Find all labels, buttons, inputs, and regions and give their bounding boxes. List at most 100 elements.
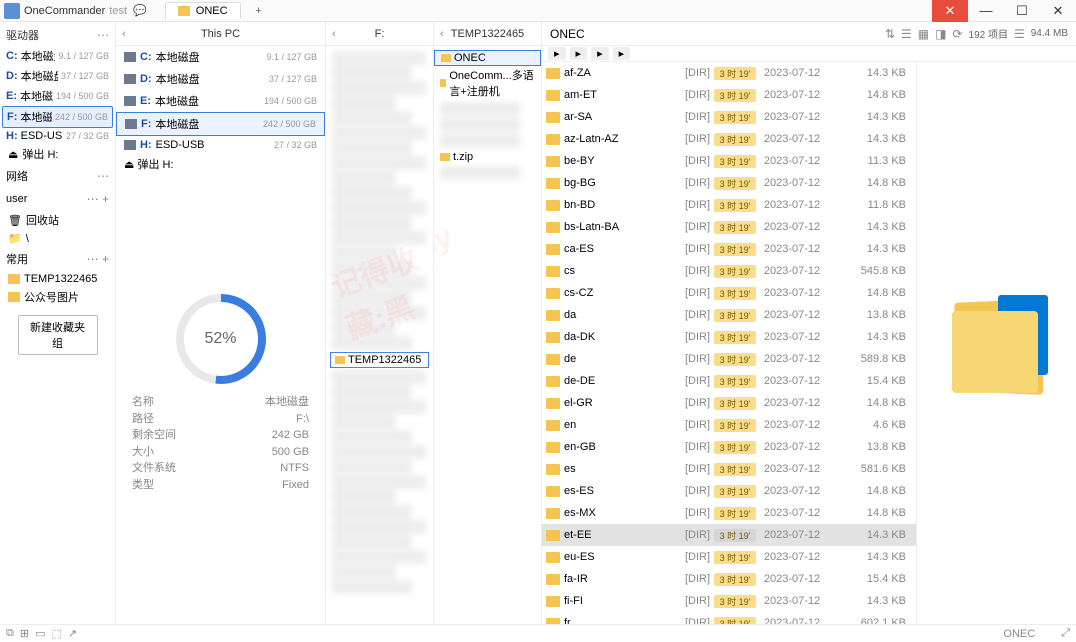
folder-icon — [546, 552, 560, 563]
temp-item[interactable]: ONEC — [434, 50, 541, 66]
file-row-am-ET[interactable]: am-ET[DIR]3 时 19'2023-07-1214.8 KB — [542, 84, 916, 106]
file-row-fi-FI[interactable]: fi-FI[DIR]3 时 19'2023-07-1214.3 KB — [542, 590, 916, 612]
list-icon[interactable]: ☰ — [901, 27, 912, 41]
sidebar-drive-C[interactable]: C:本地磁盘9.1 / 127 GB — [2, 46, 113, 66]
folder-icon — [546, 508, 560, 519]
sb-icon[interactable]: ▭ — [35, 627, 45, 640]
sidebar-drive-F[interactable]: F:本地磁盘242 / 500 GB — [2, 106, 113, 128]
file-row-fa-IR[interactable]: fa-IR[DIR]3 时 19'2023-07-1215.4 KB — [542, 568, 916, 590]
this-pc-header: ‹ This PC — [116, 22, 325, 46]
eject-h-2[interactable]: ⏏ 弹出 H: — [116, 154, 325, 174]
new-folder-group-button[interactable]: 新建收藏夹组 — [18, 315, 98, 355]
preview-icon[interactable]: ◨ — [935, 27, 946, 41]
column-this-pc: ‹ This PC C:本地磁盘9.1 / 127 GBD:本地磁盘37 / 1… — [116, 22, 326, 624]
folder-icon — [546, 596, 560, 607]
file-row-bs-Latn-BA[interactable]: bs-Latn-BA[DIR]3 时 19'2023-07-1214.3 KB — [542, 216, 916, 238]
more-icon-2[interactable]: ☰ — [1014, 27, 1025, 41]
file-row-eu-ES[interactable]: eu-ES[DIR]3 时 19'2023-07-1214.3 KB — [542, 546, 916, 568]
temp-item — [440, 102, 520, 116]
favorites-section[interactable]: 常用⋯ + — [2, 247, 113, 271]
sidebar-drive-D[interactable]: D:本地磁盘37 / 127 GB — [2, 66, 113, 86]
folder-icon — [546, 222, 560, 233]
file-row-es[interactable]: es[DIR]3 时 19'2023-07-12581.6 KB — [542, 458, 916, 480]
sb-icon[interactable]: ⧉ — [6, 627, 14, 640]
folder-icon — [546, 178, 560, 189]
alt-close-button[interactable]: ✕ — [932, 0, 968, 22]
sb-expand-icon[interactable]: ⤢ — [1061, 627, 1070, 640]
maximize-button[interactable]: ☐ — [1004, 0, 1040, 22]
file-row-de-DE[interactable]: de-DE[DIR]3 时 19'2023-07-1215.4 KB — [542, 370, 916, 392]
drives-label: 驱动器 — [6, 27, 39, 43]
folder-icon — [178, 6, 190, 16]
more-icon[interactable]: ⋯ — [97, 28, 109, 42]
this-pc-title: This PC — [201, 28, 240, 40]
user-section[interactable]: user⋯ + — [2, 188, 113, 210]
network-section[interactable]: 网络⋯ — [2, 164, 113, 188]
thispc-drive-H[interactable]: H:ESD-USB27 / 32 GB — [116, 136, 325, 154]
sidebar-drive-E[interactable]: E:本地磁盘194 / 500 GB — [2, 86, 113, 106]
file-row-bg-BG[interactable]: bg-BG[DIR]3 时 19'2023-07-1214.8 KB — [542, 172, 916, 194]
close-button[interactable]: ✕ — [1040, 0, 1076, 22]
fav-temp[interactable]: TEMP1322465 — [2, 271, 113, 287]
file-row-da[interactable]: da[DIR]3 时 19'2023-07-1213.8 KB — [542, 304, 916, 326]
file-row-az-Latn-AZ[interactable]: az-Latn-AZ[DIR]3 时 19'2023-07-1214.3 KB — [542, 128, 916, 150]
tab-add-button[interactable]: + — [249, 5, 269, 17]
file-row-ca-ES[interactable]: ca-ES[DIR]3 时 19'2023-07-1214.3 KB — [542, 238, 916, 260]
file-row-fr[interactable]: fr[DIR]3 时 19'2023-07-12602.1 KB — [542, 612, 916, 624]
file-row-et-EE[interactable]: et-EE[DIR]3 时 19'2023-07-1214.3 KB — [542, 524, 916, 546]
folder-icon — [546, 464, 560, 475]
tab-onec[interactable]: ONEC — [165, 2, 241, 19]
breadcrumb[interactable]: ▸▸▸▸ — [542, 46, 1076, 62]
preview-pane — [916, 62, 1076, 624]
file-row-de[interactable]: de[DIR]3 时 19'2023-07-12589.8 KB — [542, 348, 916, 370]
thispc-drive-D[interactable]: D:本地磁盘37 / 127 GB — [116, 68, 325, 90]
blank-path[interactable]: 📁 \ — [2, 230, 113, 247]
drive-info: 名称本地磁盘 路径F:\ 剩余空间242 GB 大小500 GB 文件系统NTF… — [116, 394, 325, 493]
thispc-drive-C[interactable]: C:本地磁盘9.1 / 127 GB — [116, 46, 325, 68]
f-header: ‹F: — [326, 22, 433, 46]
temp-item[interactable]: t.zip — [434, 150, 541, 164]
file-row-el-GR[interactable]: el-GR[DIR]3 时 19'2023-07-1214.8 KB — [542, 392, 916, 414]
f-selected-temp[interactable]: TEMP1322465 — [330, 352, 429, 368]
refresh-icon[interactable]: ⟳ — [952, 27, 962, 41]
file-row-en[interactable]: en[DIR]3 时 19'2023-07-124.6 KB — [542, 414, 916, 436]
folder-icon — [546, 420, 560, 431]
memory: 94.4 MB — [1031, 28, 1068, 39]
sb-icon[interactable]: ⬚ — [51, 627, 61, 640]
sort-icon[interactable]: ⇅ — [885, 27, 895, 41]
recycle-bin[interactable]: 🗑 回收站 — [2, 210, 113, 230]
temp-item[interactable]: OneComm...多语言+注册机 — [434, 66, 541, 100]
temp-item — [440, 118, 520, 132]
file-row-be-BY[interactable]: be-BY[DIR]3 时 19'2023-07-1211.3 KB — [542, 150, 916, 172]
file-row-es-MX[interactable]: es-MX[DIR]3 时 19'2023-07-1214.8 KB — [542, 502, 916, 524]
sb-icon[interactable]: ↗ — [68, 627, 77, 640]
back-icon[interactable]: ‹ — [122, 28, 126, 40]
thispc-drive-F[interactable]: F:本地磁盘242 / 500 GB — [116, 112, 325, 136]
file-row-da-DK[interactable]: da-DK[DIR]3 时 19'2023-07-1214.3 KB — [542, 326, 916, 348]
grid-icon[interactable]: ▦ — [918, 27, 929, 41]
status-path: ONEC — [1003, 628, 1035, 640]
folder-icon — [546, 90, 560, 101]
folder-icon — [546, 244, 560, 255]
file-row-es-ES[interactable]: es-ES[DIR]3 时 19'2023-07-1214.8 KB — [542, 480, 916, 502]
eject-h[interactable]: ⏏ 弹出 H: — [2, 144, 113, 164]
file-row-cs[interactable]: cs[DIR]3 时 19'2023-07-12545.8 KB — [542, 260, 916, 282]
fav-pics[interactable]: 公众号图片 — [2, 287, 113, 307]
folder-icon — [546, 156, 560, 167]
minimize-button[interactable]: — — [968, 0, 1004, 22]
thispc-drive-E[interactable]: E:本地磁盘194 / 500 GB — [116, 90, 325, 112]
app-icon — [4, 3, 20, 19]
sb-icon[interactable]: ⊞ — [20, 627, 29, 640]
sidebar-drive-H[interactable]: H:ESD-USB27 / 32 GB — [2, 128, 113, 144]
folder-icon — [546, 442, 560, 453]
file-row-ar-SA[interactable]: ar-SA[DIR]3 时 19'2023-07-1214.3 KB — [542, 106, 916, 128]
comment-icon[interactable]: 💬 — [133, 4, 147, 17]
file-list[interactable]: af-ZA[DIR]3 时 19'2023-07-1214.3 KBam-ET[… — [542, 62, 916, 624]
file-row-af-ZA[interactable]: af-ZA[DIR]3 时 19'2023-07-1214.3 KB — [542, 62, 916, 84]
folder-icon — [546, 398, 560, 409]
temp-item — [440, 166, 520, 180]
file-row-cs-CZ[interactable]: cs-CZ[DIR]3 时 19'2023-07-1214.8 KB — [542, 282, 916, 304]
file-row-bn-BD[interactable]: bn-BD[DIR]3 时 19'2023-07-1211.8 KB — [542, 194, 916, 216]
folder-preview-icon — [952, 293, 1042, 393]
file-row-en-GB[interactable]: en-GB[DIR]3 时 19'2023-07-1213.8 KB — [542, 436, 916, 458]
